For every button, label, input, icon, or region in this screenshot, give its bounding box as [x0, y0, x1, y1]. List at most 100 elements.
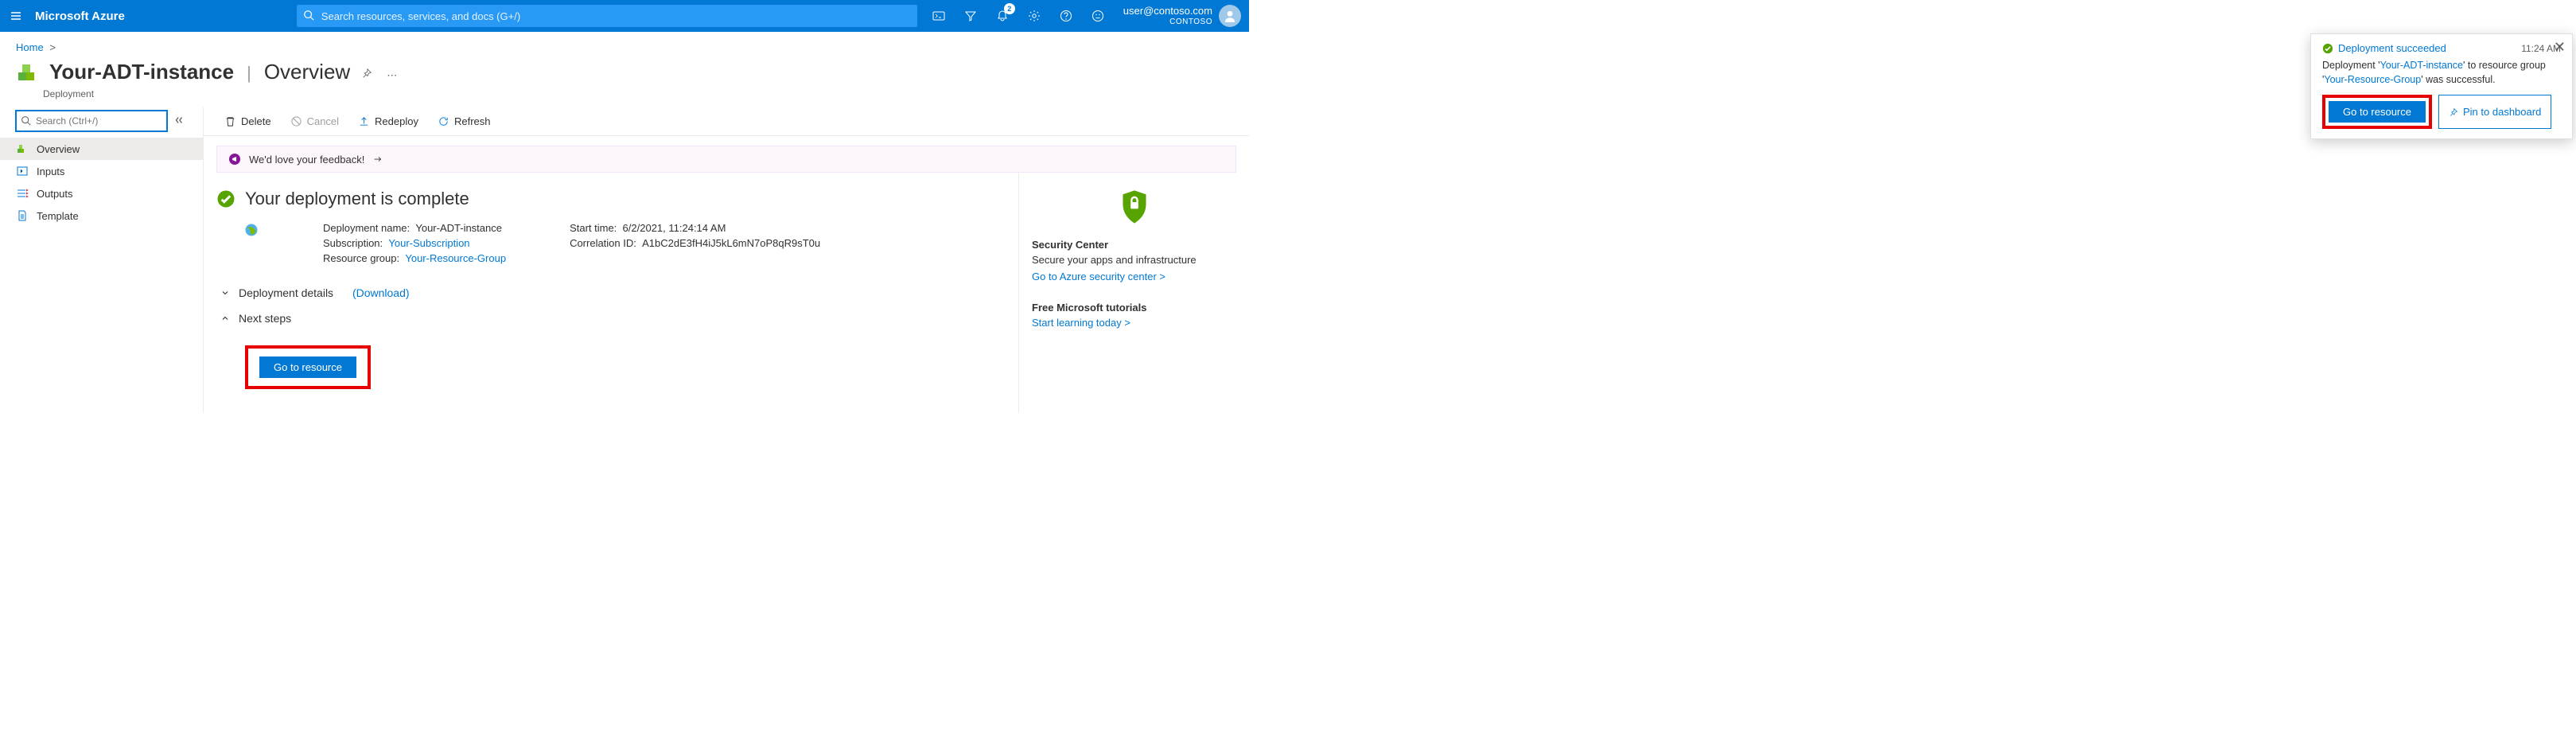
success-icon: [2322, 43, 2333, 54]
chevron-up-icon: [220, 314, 231, 323]
more-button[interactable]: ⋯: [383, 66, 400, 85]
notification-toast: ✕ Deployment succeeded 11:24 AM Deployme…: [2310, 33, 2573, 139]
search-icon: [21, 115, 31, 126]
highlight-box: Go to resource: [2322, 95, 2432, 129]
shield-icon: [1119, 189, 1150, 225]
blade-header: Your-ADT-instance | Overview ⋯: [0, 56, 1249, 92]
toast-go-to-resource-button[interactable]: Go to resource: [2329, 101, 2426, 123]
portal-menu-button[interactable]: [0, 0, 32, 32]
avatar[interactable]: [1219, 5, 1241, 27]
toast-resourcegroup-link[interactable]: Your-Resource-Group: [2324, 74, 2421, 85]
go-to-resource-button[interactable]: Go to resource: [259, 356, 356, 378]
toast-pin-to-dashboard-button[interactable]: Pin to dashboard: [2438, 95, 2551, 129]
status-title: Your deployment is complete: [245, 189, 469, 209]
main-left: Your deployment is complete Deployment n…: [204, 173, 1018, 413]
search-icon: [303, 10, 314, 21]
command-bar: Delete Cancel Redeploy Refresh: [204, 107, 1249, 136]
help-icon: [1060, 10, 1072, 22]
overview-icon: [16, 142, 29, 155]
globe-icon: [243, 222, 259, 238]
blade-title: Your-ADT-instance: [49, 60, 234, 84]
global-search: [297, 5, 917, 27]
sidebar-search-input[interactable]: [16, 111, 167, 131]
resource-group-link[interactable]: Your-Resource-Group: [405, 252, 506, 264]
cloud-shell-icon: [932, 10, 945, 22]
sidebar-item-template[interactable]: Template: [0, 205, 203, 227]
deployment-icon: [16, 60, 41, 85]
security-center-link[interactable]: Go to Azure security center >: [1032, 271, 1165, 282]
start-time-value: 6/2/2021, 11:24:14 AM: [623, 222, 726, 234]
content: Overview Inputs Outputs Template Delete …: [0, 107, 1249, 413]
sidebar-item-label: Outputs: [37, 188, 73, 200]
sidebar-item-label: Template: [37, 210, 79, 222]
settings-button[interactable]: [1018, 0, 1050, 32]
success-icon: [216, 189, 235, 208]
topbar-right: 2 user@contoso.com CONTOSO: [923, 0, 1249, 32]
outputs-icon: [16, 187, 29, 200]
smiley-icon: [1091, 10, 1104, 22]
refresh-button[interactable]: Refresh: [430, 112, 499, 131]
main: Delete Cancel Redeploy Refresh We'd love…: [204, 107, 1249, 413]
breadcrumb: Home >: [0, 32, 1249, 56]
cancel-icon: [290, 115, 302, 127]
status-row: Your deployment is complete: [216, 189, 1006, 209]
trash-icon: [224, 115, 236, 127]
sidebar-item-label: Overview: [37, 143, 80, 155]
person-icon: [1223, 9, 1237, 23]
toast-deployment-link[interactable]: Your-ADT-instance: [2380, 60, 2463, 71]
sidebar-item-inputs[interactable]: Inputs: [0, 160, 203, 182]
arrow-right-icon: [372, 154, 383, 165]
security-center-heading: Security Center: [1032, 239, 1236, 251]
redeploy-button[interactable]: Redeploy: [350, 112, 426, 131]
sidebar-item-label: Inputs: [37, 166, 64, 177]
feedback-text: We'd love your feedback!: [249, 154, 364, 166]
account-email: user@contoso.com: [1123, 6, 1212, 18]
pin-blade-button[interactable]: [358, 64, 376, 84]
upload-icon: [358, 115, 370, 127]
blade-subtitle: Deployment: [43, 88, 1249, 107]
download-link[interactable]: (Download): [352, 286, 410, 299]
template-icon: [16, 209, 29, 222]
pin-icon: [2449, 107, 2458, 117]
global-search-input[interactable]: [297, 5, 917, 27]
correlation-id-value: A1bC2dE3fH4iJ5kL6mN7oP8qR9sT0u: [642, 237, 820, 249]
blade-section: Overview: [264, 60, 350, 84]
delete-button[interactable]: Delete: [216, 112, 279, 131]
notification-badge: 2: [1004, 3, 1015, 14]
tutorials-heading: Free Microsoft tutorials: [1032, 302, 1236, 314]
sidebar-item-overview[interactable]: Overview: [0, 138, 203, 160]
toast-close-button[interactable]: ✕: [2554, 39, 2566, 56]
subscription-link[interactable]: Your-Subscription: [388, 237, 469, 249]
tutorials-link[interactable]: Start learning today >: [1032, 317, 1130, 329]
highlight-box: Go to resource: [245, 345, 371, 389]
account-menu[interactable]: user@contoso.com CONTOSO: [1114, 6, 1219, 26]
deployment-name-value: Your-ADT-instance: [415, 222, 502, 234]
chevron-left-icon: [173, 115, 185, 126]
sidebar: Overview Inputs Outputs Template: [0, 107, 204, 413]
breadcrumb-home[interactable]: Home: [16, 41, 44, 53]
gear-icon: [1028, 10, 1041, 22]
cancel-button: Cancel: [282, 112, 347, 131]
sidebar-item-outputs[interactable]: Outputs: [0, 182, 203, 205]
feedback-banner[interactable]: We'd love your feedback!: [216, 146, 1236, 173]
notifications-button[interactable]: 2: [986, 0, 1018, 32]
directory-filter-button[interactable]: [955, 0, 986, 32]
pin-icon: [361, 68, 372, 79]
inputs-icon: [16, 165, 29, 177]
megaphone-icon: [228, 153, 241, 166]
deployment-summary: Deployment name: Your-ADT-instance Subsc…: [243, 222, 1006, 264]
deployment-details-toggle[interactable]: Deployment details (Download): [220, 280, 1006, 306]
topbar: Microsoft Azure 2 user@contoso.com CONTO…: [0, 0, 1249, 32]
brand[interactable]: Microsoft Azure: [32, 10, 138, 23]
feedback-button[interactable]: [1082, 0, 1114, 32]
chevron-down-icon: [220, 288, 231, 298]
help-button[interactable]: [1050, 0, 1082, 32]
next-steps-toggle[interactable]: Next steps: [220, 306, 1006, 331]
toast-title: Deployment succeeded: [2322, 42, 2446, 54]
collapse-sidebar-button[interactable]: [173, 115, 185, 128]
breadcrumb-separator: >: [46, 41, 59, 53]
toast-body: Deployment 'Your-ADT-instance' to resour…: [2322, 59, 2561, 87]
right-rail: Security Center Secure your apps and inf…: [1018, 173, 1249, 413]
filter-icon: [964, 10, 977, 22]
cloud-shell-button[interactable]: [923, 0, 955, 32]
